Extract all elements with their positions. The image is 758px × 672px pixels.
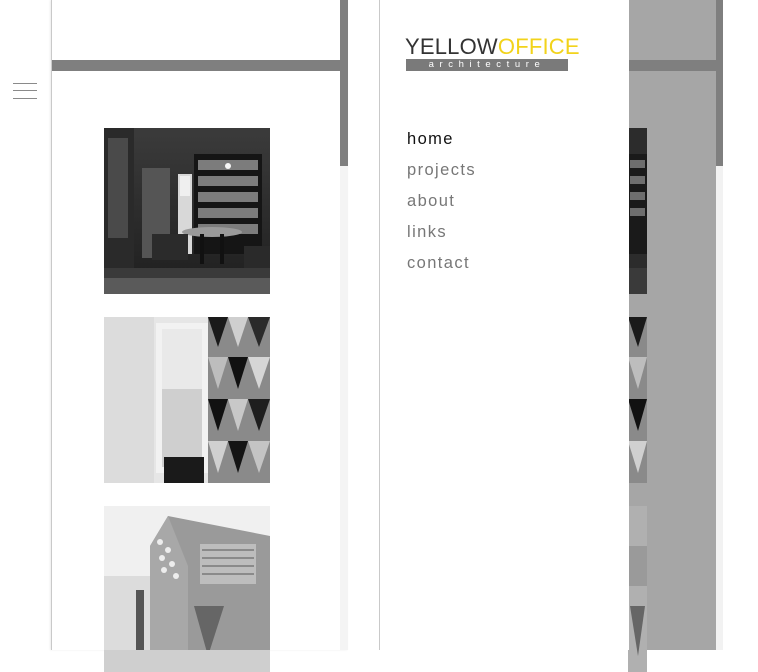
mobile-page-closed [51, 0, 348, 672]
logo-tagline: architecture [406, 59, 568, 71]
nav-item-links[interactable]: links [407, 217, 476, 248]
hamburger-menu-icon[interactable] [13, 82, 37, 100]
page-edge-right [716, 166, 723, 650]
page-edge [340, 166, 348, 650]
logo-office: OFFICE [497, 34, 580, 59]
project-thumbnail-building-exterior[interactable] [104, 506, 270, 672]
overlay-thumbnail-library [628, 128, 647, 294]
page-overlay-dimmed[interactable] [628, 0, 723, 672]
logo-wordmark: YELLOWOFFICE [405, 36, 580, 58]
project-thumbnail-library[interactable] [104, 128, 270, 294]
overlay-header-bar [628, 60, 723, 71]
nav-item-projects[interactable]: projects [407, 155, 476, 186]
project-thumbnail-window-wall[interactable] [104, 317, 270, 483]
main-nav: home projects about links contact [407, 124, 476, 279]
nav-item-about[interactable]: about [407, 186, 476, 217]
brand-logo[interactable]: YELLOWOFFICE architecture [405, 36, 580, 74]
nav-item-contact[interactable]: contact [407, 248, 476, 279]
overlay-thumbnail-building-exterior [628, 506, 647, 672]
header-bar [52, 60, 348, 71]
nav-item-home[interactable]: home [407, 124, 476, 155]
overlay-side-rail [716, 0, 723, 166]
overlay-thumbnail-window-wall [628, 317, 647, 483]
header-side-rail [340, 0, 348, 166]
slide-out-menu: YELLOWOFFICE architecture home projects … [379, 0, 629, 650]
logo-yellow: YELLOW [405, 34, 498, 59]
